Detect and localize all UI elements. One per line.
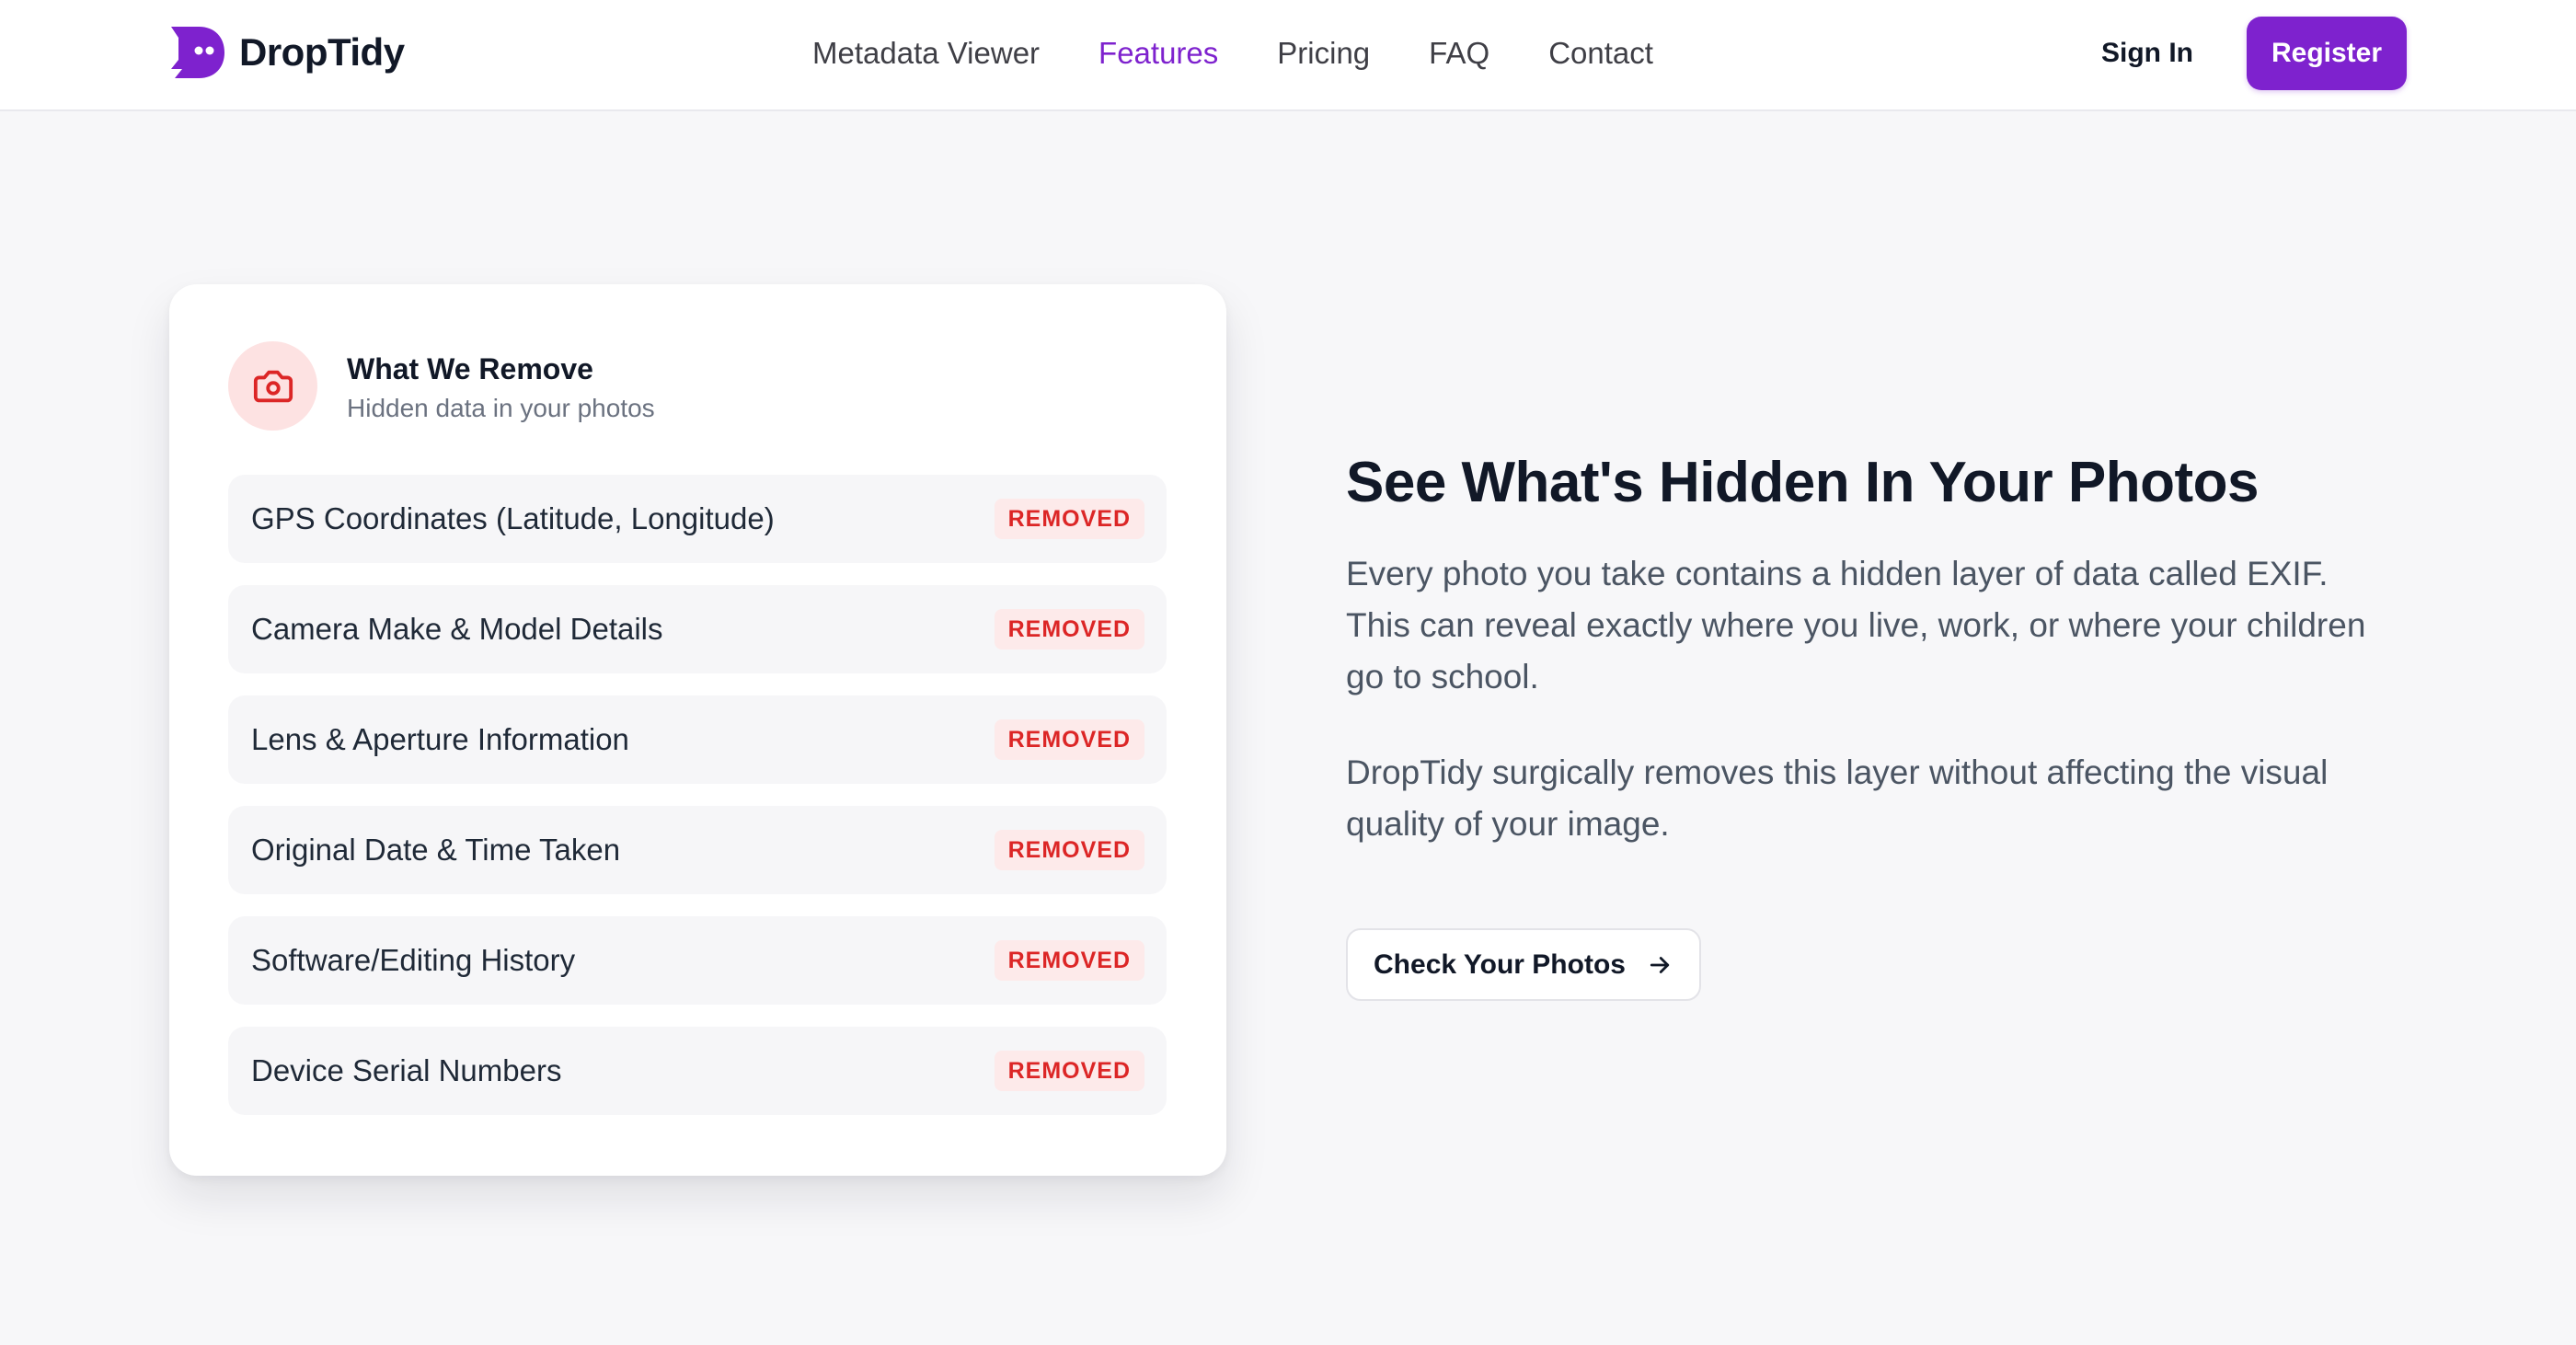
list-item: Camera Make & Model Details REMOVED [228,585,1167,673]
removed-badge: REMOVED [994,940,1144,981]
list-item: Lens & Aperture Information REMOVED [228,695,1167,784]
hero-copy: See What's Hidden In Your Photos Every p… [1346,449,2395,850]
register-button[interactable]: Register [2247,17,2407,90]
removed-badge: REMOVED [994,1051,1144,1091]
nav-link-pricing[interactable]: Pricing [1277,36,1370,71]
list-item: Device Serial Numbers REMOVED [228,1027,1167,1115]
list-item: Original Date & Time Taken REMOVED [228,806,1167,894]
camera-icon [253,370,293,402]
removed-badge: REMOVED [994,499,1144,539]
item-label: Original Date & Time Taken [251,833,621,867]
sign-in-link[interactable]: Sign In [2101,28,2193,79]
hero-headline: See What's Hidden In Your Photos [1346,451,2259,514]
item-label: GPS Coordinates (Latitude, Longitude) [251,501,775,535]
hero-paragraph-2: DropTidy surgically removes this layer w… [1346,753,2329,844]
card-subtitle: Hidden data in your photos [347,394,655,422]
camera-icon-badge [228,341,317,431]
removed-badge: REMOVED [994,719,1144,760]
check-your-photos-button[interactable]: Check Your Photos [1346,928,1701,1001]
what-we-remove-card: What We Remove Hidden data in your photo… [169,284,1226,1176]
main-nav: Metadata Viewer Features Pricing FAQ Con… [812,28,1653,79]
brand-home-link[interactable]: DropTidy [166,22,405,83]
site-header: DropTidy Metadata Viewer Features Pricin… [0,0,2576,111]
card-header: What We Remove Hidden data in your photo… [228,341,655,431]
nav-link-faq[interactable]: FAQ [1429,36,1489,71]
item-label: Software/Editing History [251,943,576,977]
list-item: GPS Coordinates (Latitude, Longitude) RE… [228,475,1167,563]
arrow-right-icon [1650,956,1670,973]
hero-paragraph-1: Every photo you take contains a hidden l… [1346,555,2366,696]
brand-name: DropTidy [239,30,405,74]
removed-data-list: GPS Coordinates (Latitude, Longitude) RE… [228,475,1167,1137]
nav-link-features[interactable]: Features [1098,36,1218,71]
item-label: Device Serial Numbers [251,1053,562,1087]
nav-link-metadata-viewer[interactable]: Metadata Viewer [812,36,1040,71]
list-item: Software/Editing History REMOVED [228,916,1167,1005]
cta-label: Check Your Photos [1374,948,1626,980]
item-label: Camera Make & Model Details [251,612,663,646]
item-label: Lens & Aperture Information [251,722,629,756]
card-title: What We Remove [347,352,593,385]
nav-link-contact[interactable]: Contact [1548,36,1653,71]
removed-badge: REMOVED [994,609,1144,650]
card-heading-text: What We Remove Hidden data in your photo… [347,349,655,423]
removed-badge: REMOVED [994,830,1144,870]
droptidy-logo-icon [171,27,224,78]
